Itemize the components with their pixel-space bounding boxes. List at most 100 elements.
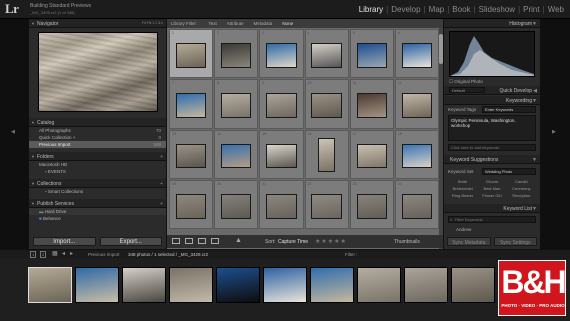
module-book[interactable]: Book (450, 5, 472, 14)
filmstrip-frame[interactable] (404, 267, 448, 303)
grid-cell[interactable]: 3 (259, 29, 304, 79)
filter-text-tab[interactable]: Text (209, 21, 217, 28)
photo-thumbnail[interactable] (318, 138, 335, 173)
sync-metadata-button[interactable]: Sync Metadata (447, 237, 491, 246)
filmstrip-frame[interactable] (451, 267, 495, 303)
photo-thumbnail[interactable] (266, 193, 297, 219)
module-web[interactable]: Web (546, 5, 566, 14)
module-library[interactable]: Library (357, 5, 385, 14)
back-arrow-icon[interactable]: ◂ (62, 250, 65, 257)
smart-collections[interactable]: ▪ Smart Collections (29, 188, 166, 195)
keyword-suggestion[interactable]: Bride (448, 179, 477, 184)
photo-thumbnail[interactable] (401, 93, 433, 119)
grid-cell[interactable]: 16 (304, 129, 349, 179)
grid-cell[interactable]: 10 (304, 79, 349, 129)
catalog-item-all[interactable]: All Photographs 70 (29, 127, 166, 134)
catalog-item-previous-import[interactable]: Previous Import 348 (29, 141, 166, 148)
sort-select[interactable]: Capture Time (278, 239, 308, 245)
photo-thumbnail[interactable] (221, 43, 252, 68)
right-panel-edge[interactable]: ▶ (540, 19, 570, 249)
keyword-set-select[interactable]: Wedding Photo (482, 168, 536, 175)
collapse-right-icon[interactable]: ▶ (552, 129, 556, 135)
histogram-header[interactable]: Histogram ▼ (444, 19, 540, 28)
navigator-header[interactable]: ▼ Navigator Fit Fill 1:1 3:1 (29, 19, 166, 28)
photo-thumbnail[interactable] (356, 193, 387, 219)
page-1-button[interactable]: 1 (30, 251, 37, 258)
keyword-suggestion[interactable]: Reception (507, 193, 536, 198)
add-keywords-input[interactable]: Click here to add keywords (448, 144, 536, 151)
keyword-list-item[interactable]: Andrew (456, 227, 471, 232)
keyword-suggestion[interactable]: Best Man (477, 186, 506, 191)
photo-thumbnail[interactable] (175, 93, 207, 119)
grid-scrollbar[interactable] (439, 28, 443, 249)
catalog-item-quick[interactable]: Quick Collection + 0 (29, 134, 166, 141)
grid-cell[interactable]: 21 (259, 179, 304, 229)
module-slideshow[interactable]: Slideshow (477, 5, 517, 14)
photo-thumbnail[interactable] (221, 143, 252, 169)
volume-macintosh-hd[interactable]: Macintosh HD (29, 161, 166, 168)
photo-thumbnail[interactable] (356, 143, 387, 169)
filmstrip-frame[interactable] (216, 267, 260, 303)
grid-cell[interactable]: 24 (394, 179, 439, 229)
grid-icon[interactable]: ▦ (52, 250, 58, 257)
grid-cell[interactable]: 15 (259, 129, 304, 179)
navigator-preview[interactable] (38, 32, 158, 112)
photo-thumbnail[interactable] (401, 143, 433, 169)
filmstrip-frame[interactable] (122, 267, 166, 303)
keyword-suggestion[interactable]: Ring Bearer (448, 193, 477, 198)
grid-cell[interactable]: 20 (214, 179, 259, 229)
keyword-tags-select[interactable]: Enter Keywords (482, 106, 536, 113)
grid-cell[interactable]: 14 (214, 129, 259, 179)
photo-thumbnail[interactable] (311, 93, 342, 119)
photo-thumbnail[interactable] (221, 93, 252, 119)
add-folder-icon[interactable]: + (160, 154, 163, 160)
saved-preset-select[interactable]: Default (449, 87, 485, 93)
keywording-header[interactable]: Keywording ▼ (444, 96, 540, 105)
photo-thumbnail[interactable] (311, 43, 342, 68)
grid-view-icon[interactable] (172, 238, 180, 244)
grid-cell[interactable]: 23 (349, 179, 394, 229)
painter-icon[interactable]: ▲ (235, 237, 242, 244)
publish-hard-drive[interactable]: ▬ Hard Drive (29, 208, 166, 215)
grid-cell[interactable]: 8 (214, 79, 259, 129)
filmstrip-frame[interactable] (263, 267, 307, 303)
photo-thumbnail[interactable] (266, 143, 297, 169)
photo-thumbnail[interactable] (401, 43, 433, 68)
module-develop[interactable]: Develop (389, 5, 422, 14)
grid-cell[interactable]: 6 (394, 29, 439, 79)
keyword-suggestions-header[interactable]: Keyword Suggestions ▼ (444, 155, 540, 164)
grid-cell[interactable]: 17 (349, 129, 394, 179)
keyword-suggestion[interactable]: Bridesmaid (448, 186, 477, 191)
module-print[interactable]: Print (521, 5, 541, 14)
grid-cell[interactable]: 11 (349, 79, 394, 129)
navigator-zoom-options[interactable]: Fit Fill 1:1 3:1 (142, 21, 163, 25)
sync-settings-button[interactable]: Sync Settings (493, 237, 537, 246)
add-collection-icon[interactable]: + (160, 181, 163, 187)
import-button[interactable]: Import... (33, 237, 96, 246)
photo-thumbnail[interactable] (356, 93, 387, 119)
compare-view-icon[interactable] (198, 238, 206, 244)
photo-thumbnail[interactable] (175, 193, 207, 219)
filter-metadata-tab[interactable]: Metadata (254, 21, 273, 28)
photo-thumbnail[interactable] (175, 43, 207, 68)
folders-header[interactable]: ▼ Folders + (29, 152, 166, 161)
filmstrip-frame[interactable] (357, 267, 401, 303)
filmstrip-frame[interactable] (28, 267, 72, 303)
photo-thumbnail[interactable] (221, 193, 252, 219)
publish-services-header[interactable]: ▼ Publish Services + (29, 199, 166, 208)
left-panel-edge[interactable]: ◀ (0, 19, 29, 249)
catalog-header[interactable]: ▼ Catalog (29, 118, 166, 127)
folder-events[interactable]: ▪ EVENTS (29, 168, 166, 175)
grid-cell[interactable]: 9 (259, 79, 304, 129)
grid-cell[interactable]: 1 (169, 29, 214, 79)
forward-arrow-icon[interactable]: ▸ (70, 250, 73, 257)
photo-thumbnail[interactable] (311, 193, 342, 219)
add-service-icon[interactable]: + (160, 201, 163, 207)
photo-thumbnail[interactable] (266, 43, 297, 68)
keyword-suggestion[interactable]: Groom (477, 179, 506, 184)
collapse-left-icon[interactable]: ◀ (11, 129, 15, 135)
keyword-suggestion[interactable]: Candid (507, 179, 536, 184)
filmstrip-frame[interactable] (310, 267, 354, 303)
grid-cell[interactable]: 12 (394, 79, 439, 129)
filmstrip-frame[interactable] (75, 267, 119, 303)
